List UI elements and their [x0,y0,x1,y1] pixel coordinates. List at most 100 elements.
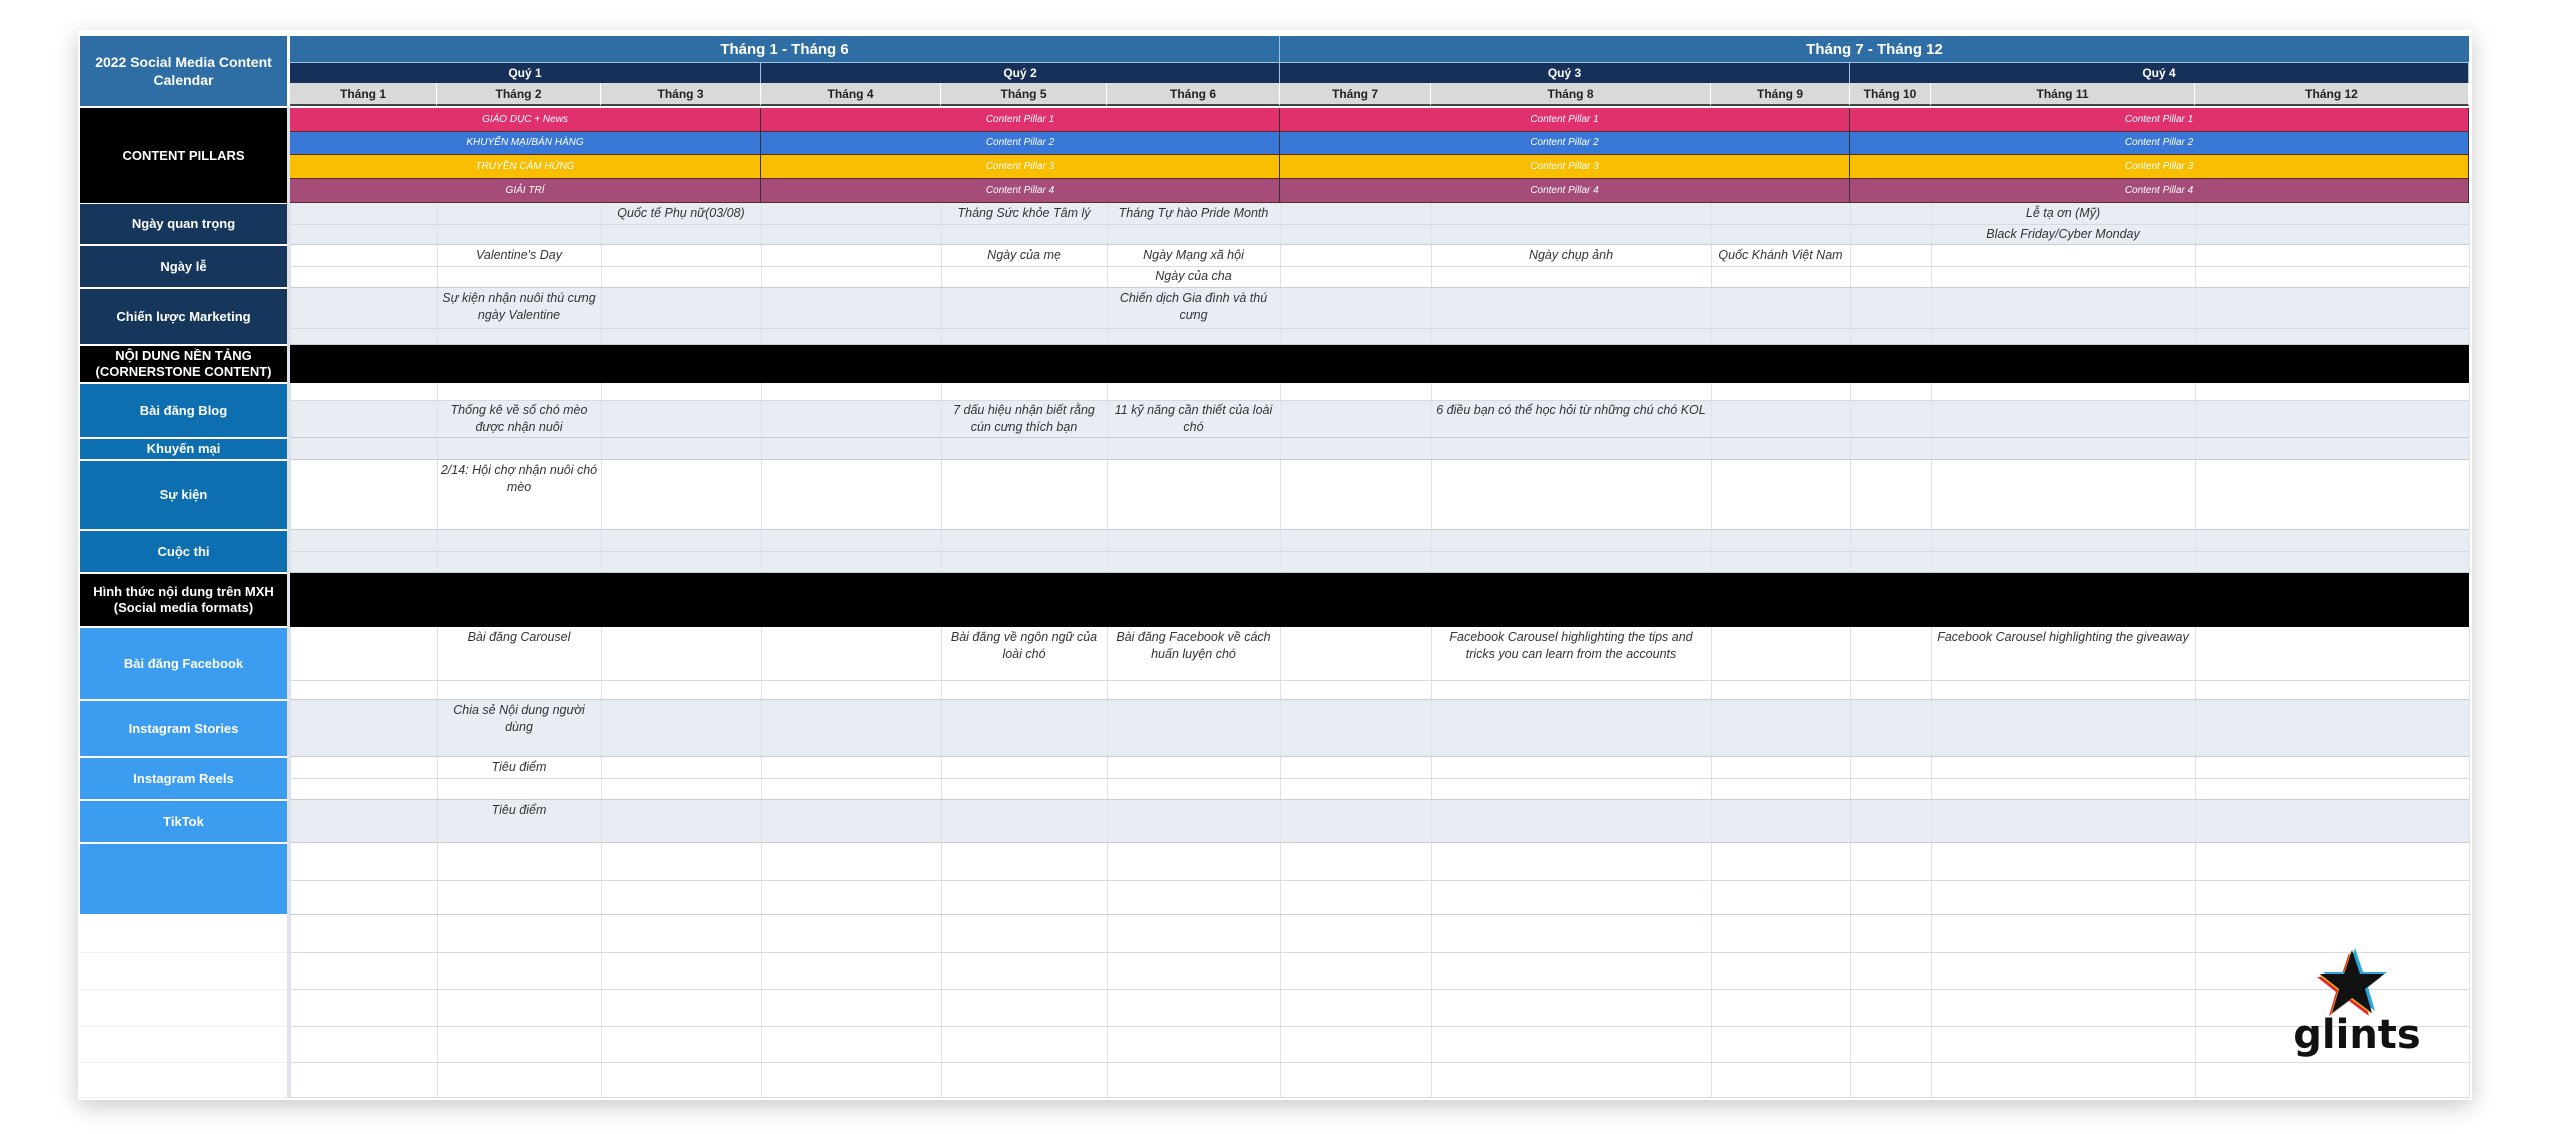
content-pillar-cell: Content Pillar 2 [1850,131,2469,155]
content-pillar-cell: Content Pillar 3 [761,155,1280,179]
calendar-entry[interactable]: Tiêu điểm [437,759,601,799]
column-divider [2195,800,2196,843]
column-divider [761,800,762,843]
quarter-header: Quý 3 [1280,62,1850,83]
month-header[interactable]: Tháng 6 [1107,83,1280,106]
column-divider [2469,800,2470,843]
calendar-title: 2022 Social Media Content Calendar [80,36,287,106]
calendar-entry[interactable]: Tháng Sức khỏe Tâm lý [941,205,1107,245]
column-divider [1431,438,1432,460]
calendar-entry[interactable]: Chia sẻ Nội dung người dùng [437,702,601,742]
column-divider [290,953,291,990]
column-divider [1280,627,1281,700]
row-blog-posts-band [290,400,2469,438]
column-divider [601,1027,602,1063]
logo-text: glints [2293,1012,2420,1058]
row-blank-band [290,843,2469,880]
column-divider [2469,203,2470,245]
column-divider [1431,288,1432,345]
column-divider [941,288,942,345]
month-header[interactable]: Tháng 12 [2195,83,2469,106]
month-header[interactable]: Tháng 11 [1931,83,2195,106]
content-pillar-cell: Content Pillar 4 [1280,179,1850,203]
content-pillar-cell: Content Pillar 1 [761,108,1280,132]
column-divider [437,990,438,1027]
half-header-1: Tháng 1 - Tháng 6 [290,36,1280,62]
column-divider [1431,1027,1432,1063]
column-divider [1431,460,1432,530]
column-divider [290,700,291,757]
column-divider [437,843,438,915]
content-pillar-cell: Content Pillar 2 [761,131,1280,155]
column-divider [761,383,762,438]
row-divider [290,400,2469,401]
month-header[interactable]: Tháng 2 [437,83,601,106]
month-header[interactable]: Tháng 7 [1280,83,1431,106]
calendar-entry[interactable]: Ngày của mẹ [941,247,1107,287]
column-divider [2469,245,2470,288]
column-divider [1711,1063,1712,1098]
column-divider [1711,627,1712,700]
content-pillar-cell: Content Pillar 4 [761,179,1280,203]
content-pillar-cell: Content Pillar 3 [1280,155,1850,179]
column-divider [601,800,602,843]
glints-logo: glints [2293,948,2421,1058]
calendar-entry[interactable]: Sự kiện nhận nuôi thú cưng ngày Valentin… [437,290,601,330]
month-header[interactable]: Tháng 3 [601,83,761,106]
month-header[interactable]: Tháng 9 [1711,83,1850,106]
month-header[interactable]: Tháng 1 [290,83,437,106]
content-pillar-cell: KHUYẾN MẠI/BÁN HÀNG [290,131,761,155]
column-divider [437,953,438,990]
month-header[interactable]: Tháng 10 [1850,83,1931,106]
calendar-entry[interactable]: 6 điều bạn có thể học hỏi từ những chú c… [1431,402,1711,442]
column-divider [437,1063,438,1098]
row-contests-band [290,551,2469,573]
calendar-entry[interactable]: Quốc Khánh Việt Nam [1711,247,1850,287]
row-divider [290,1026,2469,1027]
column-divider [1850,460,1851,530]
content-pillar-cell: Content Pillar 4 [1850,179,2469,203]
calendar-entry[interactable]: Tiêu điểm [437,802,601,842]
calendar-entry[interactable]: Bài đăng Carousel [437,629,601,669]
column-divider [601,288,602,345]
calendar-entry[interactable]: 7 dấu hiệu nhận biết rằng cún cưng thích… [941,402,1107,442]
column-divider [761,460,762,530]
month-header[interactable]: Tháng 4 [761,83,941,106]
column-divider [941,700,942,757]
calendar-entry[interactable]: Facebook Carousel highlighting the tips … [1431,629,1711,669]
column-divider [1711,953,1712,990]
column-divider [1280,1063,1281,1098]
calendar-entry[interactable]: Tháng Tự hào Pride Month [1107,205,1280,245]
calendar-entry[interactable]: Valentine's Day [437,247,601,287]
row-promotions-label: Khuyến mại [80,439,287,459]
calendar-entry[interactable]: Facebook Carousel highlighting the givea… [1931,629,2195,669]
calendar-entry[interactable]: Ngày chụp ảnh [1431,247,1711,287]
content-pillar-cell: Content Pillar 3 [1850,155,2469,179]
calendar-entry[interactable]: Bài đăng về ngôn ngữ của loài chó [941,629,1107,669]
column-divider [761,627,762,700]
column-divider [941,460,942,530]
column-divider [1280,843,1281,915]
row-instagram-reels-band [290,778,2469,800]
column-divider [1280,1027,1281,1063]
column-divider [1280,460,1281,530]
column-divider [290,1063,291,1098]
column-divider [2469,990,2470,1027]
calendar-entry[interactable]: 2/14: Hội chợ nhận nuôi chó mèo [437,462,601,502]
row-holidays-label: Ngày lễ [80,246,287,287]
column-divider [1850,1063,1851,1098]
month-header[interactable]: Tháng 5 [941,83,1107,106]
column-divider [941,438,942,460]
column-divider [1711,990,1712,1027]
row-tiktok-label: TikTok [80,801,287,842]
calendar-entry[interactable]: Bài đăng Facebook về cách huấn luyện chó [1107,629,1280,669]
month-header[interactable]: Tháng 8 [1431,83,1711,106]
column-divider [290,383,291,438]
column-divider [2195,915,2196,953]
calendar-entry[interactable]: 11 kỹ năng cần thiết của loài chó [1107,402,1280,442]
section-cornerstone-content-label: NỘI DUNG NỀN TẢNG (CORNERSTONE CONTENT) [80,346,287,382]
column-divider [1931,843,1932,915]
calendar-entry[interactable]: Thống kê về số chó mèo được nhận nuôi [437,402,601,442]
calendar-entry[interactable]: Chiến dịch Gia đình và thú cưng [1107,290,1280,330]
calendar-entry[interactable]: Quốc tế Phụ nữ(03/08) [601,205,761,245]
